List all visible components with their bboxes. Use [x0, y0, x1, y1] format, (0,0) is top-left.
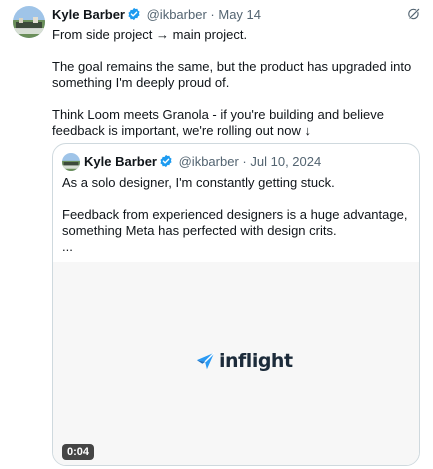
tweet-text: From side project → main project. The go…	[52, 27, 424, 155]
tweet-date[interactable]: May 14	[218, 7, 261, 22]
video-duration-badge: 0:04	[62, 444, 95, 460]
video-player[interactable]: inflight 0:04	[53, 262, 419, 465]
verified-badge-icon	[159, 154, 173, 171]
quoted-header: Kyle Barber @ikbarber · Jul 10, 2024	[84, 154, 321, 171]
quoted-author-handle[interactable]: @ikbarber	[179, 154, 239, 169]
quoted-paragraph: Feedback from experienced designers is a…	[62, 207, 408, 254]
logo-text: inflight	[219, 350, 293, 372]
paper-plane-icon	[196, 352, 215, 370]
quoted-paragraph: As a solo designer, I'm constantly getti…	[62, 175, 335, 190]
avatar[interactable]	[13, 6, 45, 38]
dot-separator: ·	[210, 7, 215, 22]
tweet-paragraph: The goal remains the same, but the produ…	[52, 59, 412, 90]
quoted-avatar[interactable]	[62, 153, 80, 171]
quoted-author-name[interactable]: Kyle Barber	[84, 154, 157, 169]
dot-separator: ·	[242, 154, 247, 169]
tweet-header: Kyle Barber @ikbarber · May 14	[52, 7, 423, 25]
quoted-date[interactable]: Jul 10, 2024	[250, 154, 321, 169]
quoted-text: As a solo designer, I'm constantly getti…	[62, 175, 412, 271]
inflight-logo: inflight	[195, 350, 293, 374]
grok-icon[interactable]	[407, 7, 421, 26]
verified-badge-icon	[127, 7, 141, 24]
tweet-paragraph: From side project → main project.	[52, 27, 248, 42]
quoted-tweet[interactable]: Kyle Barber @ikbarber · Jul 10, 2024 As …	[52, 143, 420, 466]
tweet-paragraph: Think Loom meets Granola - if you're bui…	[52, 107, 384, 138]
author-name[interactable]: Kyle Barber	[52, 7, 125, 22]
tweet[interactable]: Kyle Barber @ikbarber · May 14 From side…	[0, 0, 433, 469]
author-handle[interactable]: @ikbarber	[147, 7, 207, 22]
